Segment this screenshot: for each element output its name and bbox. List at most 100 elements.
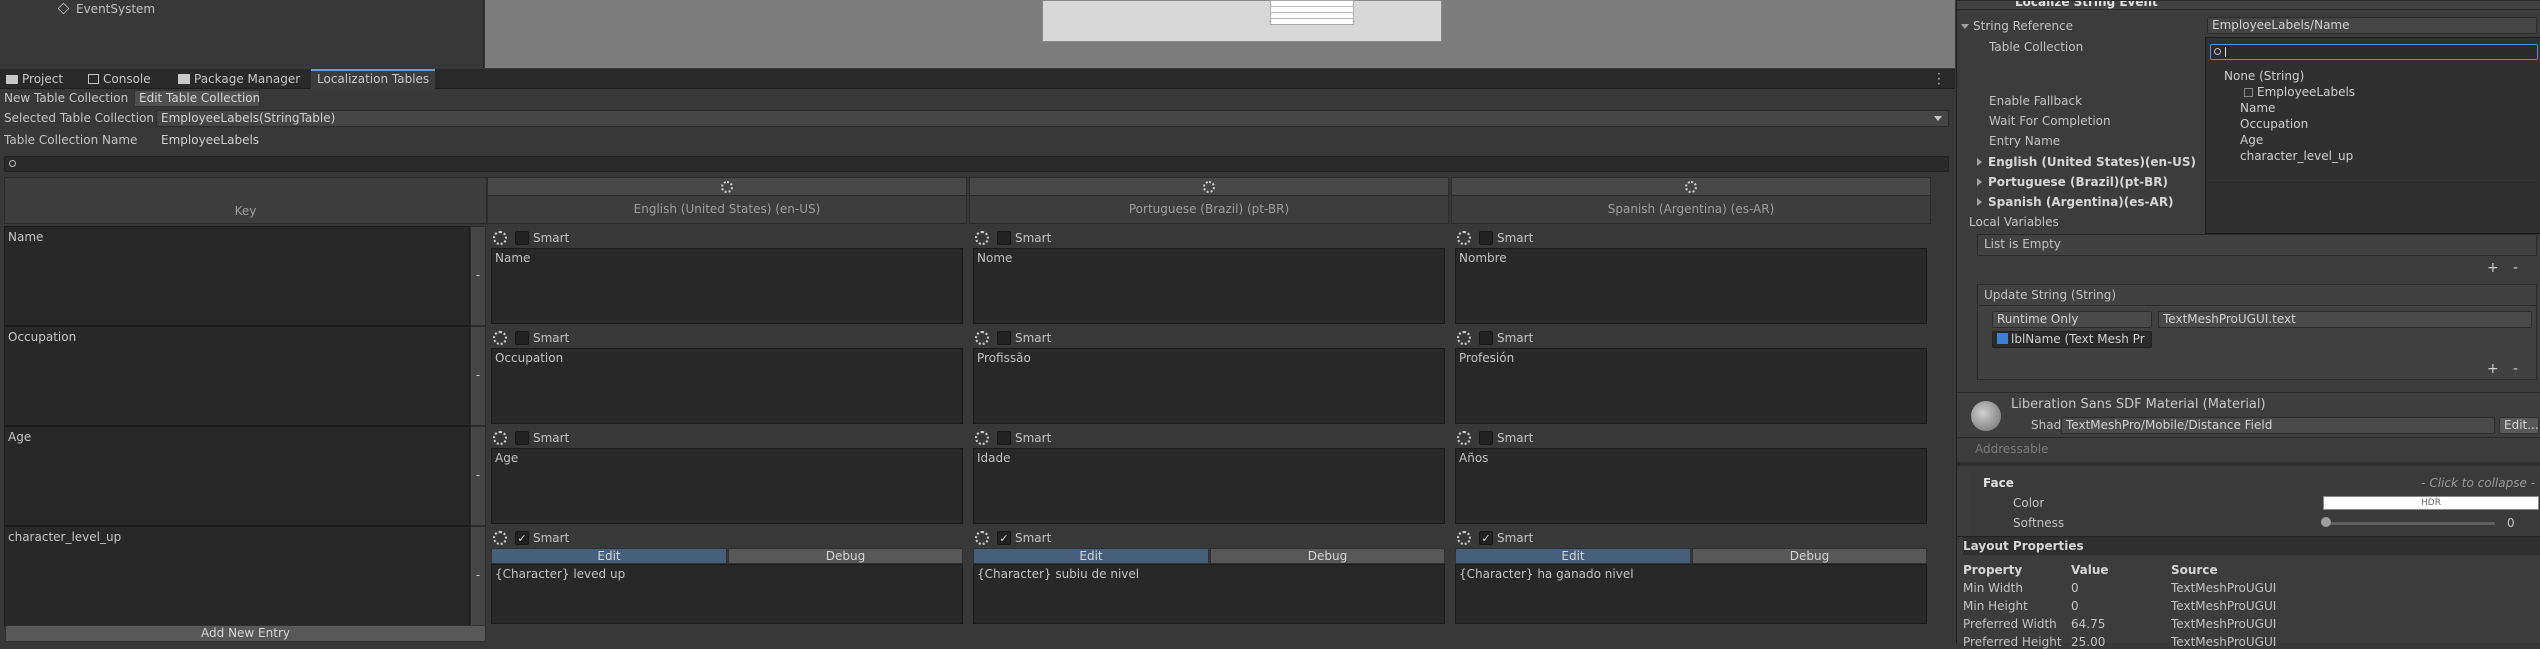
key-column-header: Key [4,177,487,224]
translation-text-area[interactable]: Occupation [491,348,963,424]
canvas-panel [1042,0,1442,42]
gear-icon[interactable] [975,331,989,345]
locale-settings-button[interactable] [970,178,1448,196]
smart-checkbox[interactable]: ✓ [515,531,529,545]
edit-smart-button[interactable]: Edit [491,548,727,564]
smart-checkbox[interactable] [1479,431,1493,445]
selected-collection-dropdown[interactable]: EmployeeLabels(StringTable) [156,110,1949,127]
smart-checkbox[interactable] [1479,331,1493,345]
new-table-collection-tab[interactable]: New Table Collection [4,90,128,107]
target-method-dropdown[interactable]: TextMeshProUGUI.text [2158,311,2532,328]
remove-entry-button[interactable]: - [470,426,486,526]
target-object-field[interactable]: lblName (Text Mesh Pr [1992,331,2152,348]
translation-text-area[interactable]: Nome [973,248,1445,324]
locale-foldout[interactable]: Portuguese (Brazil)(pt-BR) [1977,174,2168,190]
runtime-mode-dropdown[interactable]: Runtime Only [1992,311,2152,328]
material-header[interactable]: Liberation Sans SDF Material (Material) … [1957,392,2540,438]
table-search-input[interactable] [4,156,1949,172]
more-menu-icon[interactable]: · · · [1937,68,1941,90]
update-string-add-button[interactable]: + [2487,361,2499,377]
softness-value[interactable]: 0 [2507,516,2515,530]
shader-edit-button[interactable]: Edit... [2499,417,2539,434]
edit-smart-button[interactable]: Edit [1455,548,1691,564]
gear-icon[interactable] [493,331,507,345]
translation-text-area[interactable]: {Character} leved up [491,564,963,624]
entry-key-field[interactable]: Name [8,230,466,244]
smart-label: Smart [533,531,570,545]
gear-icon[interactable] [1457,431,1471,445]
locale-foldout[interactable]: Spanish (Argentina)(es-AR) [1977,194,2174,210]
face-collapse-toggle[interactable]: - Click to collapse - [2421,476,2535,490]
locale-foldout[interactable]: English (United States)(en-US) [1977,154,2196,170]
local-variables-add-button[interactable]: + [2487,260,2499,276]
gear-icon[interactable] [975,531,989,545]
gear-icon[interactable] [1457,531,1471,545]
translation-text-area[interactable]: Name [491,248,963,324]
tab-package-manager[interactable]: Package Manager [172,69,306,89]
translation-text-area[interactable]: {Character} subiu de nivel [973,564,1445,624]
shader-dropdown[interactable]: TextMeshPro/Mobile/Distance Field [2061,417,2495,434]
softness-slider-handle[interactable] [2321,517,2331,527]
gear-icon[interactable] [1457,231,1471,245]
translation-text-area[interactable]: {Character} ha ganado nivel [1455,564,1927,624]
smart-checkbox[interactable] [515,231,529,245]
gear-icon[interactable] [975,431,989,445]
translation-text-area[interactable]: Idade [973,448,1445,524]
string-reference-label[interactable]: String Reference [1961,18,2073,34]
update-string-event: Update String (String) Runtime Only Text… [1977,284,2537,380]
popup-item[interactable]: Age [2240,132,2263,148]
tab-localization-tables[interactable]: Localization Tables [311,69,436,89]
tab-project[interactable]: Project [0,69,69,89]
remove-entry-button[interactable]: - [470,326,486,426]
gear-icon[interactable] [975,231,989,245]
string-reference-popup: None (String) EmployeeLabels Name Occupatio… [2205,37,2540,234]
face-color-swatch[interactable]: HDR [2323,496,2539,510]
gear-icon[interactable] [493,431,507,445]
remove-entry-button[interactable]: - [470,226,486,326]
locale-settings-button[interactable] [488,178,966,196]
smart-checkbox[interactable]: ✓ [1479,531,1493,545]
popup-item[interactable]: Name [2240,100,2275,116]
smart-checkbox[interactable] [997,331,1011,345]
popup-item[interactable]: None (String) [2224,68,2304,84]
translation-text-area[interactable]: Nombre [1455,248,1927,324]
smart-checkbox[interactable] [515,431,529,445]
update-string-remove-button[interactable]: - [2513,361,2518,377]
remove-entry-button[interactable]: - [470,526,486,626]
entry-key-field[interactable]: character_level_up [8,530,466,544]
popup-item[interactable]: Occupation [2240,116,2308,132]
inspector-panel: Localize String Event String Reference E… [1956,0,2540,649]
popup-search-input[interactable] [2210,44,2538,60]
edit-table-collection-tab[interactable]: Edit Table Collection [134,90,260,107]
popup-item[interactable]: EmployeeLabels [2244,84,2355,100]
entry-key-field[interactable]: Age [8,430,466,444]
debug-smart-button[interactable]: Debug [1692,548,1927,564]
popup-item[interactable]: character_level_up [2240,148,2353,164]
scene-view[interactable] [485,0,1955,68]
debug-smart-button[interactable]: Debug [1210,548,1445,564]
gear-icon[interactable] [493,231,507,245]
smart-checkbox[interactable] [997,231,1011,245]
locale-cell: ✓ Smart Edit Debug {Character} subiu de n… [973,528,1445,624]
gear-icon[interactable] [1457,331,1471,345]
entry-key-field[interactable]: Occupation [8,330,466,344]
collection-name-input[interactable]: EmployeeLabels [156,132,1949,149]
translation-text-area[interactable]: Profesión [1455,348,1927,424]
component-header-localize-string-event[interactable]: Localize String Event [1957,0,2540,10]
tab-console[interactable]: Console [82,69,157,89]
translation-text-area[interactable]: Profissão [973,348,1445,424]
smart-checkbox[interactable] [997,431,1011,445]
debug-smart-button[interactable]: Debug [728,548,963,564]
edit-smart-button[interactable]: Edit [973,548,1209,564]
translation-text-area[interactable]: Age [491,448,963,524]
smart-checkbox[interactable] [1479,231,1493,245]
smart-checkbox[interactable] [515,331,529,345]
translation-text-area[interactable]: Años [1455,448,1927,524]
locale-settings-button[interactable] [1452,178,1930,196]
local-variables-remove-button[interactable]: - [2513,260,2518,276]
add-new-entry-button[interactable]: Add New Entry [5,625,486,642]
softness-slider-track[interactable] [2325,522,2495,525]
string-reference-dropdown[interactable]: EmployeeLabels/Name [2207,17,2537,34]
gear-icon[interactable] [493,531,507,545]
smart-checkbox[interactable]: ✓ [997,531,1011,545]
